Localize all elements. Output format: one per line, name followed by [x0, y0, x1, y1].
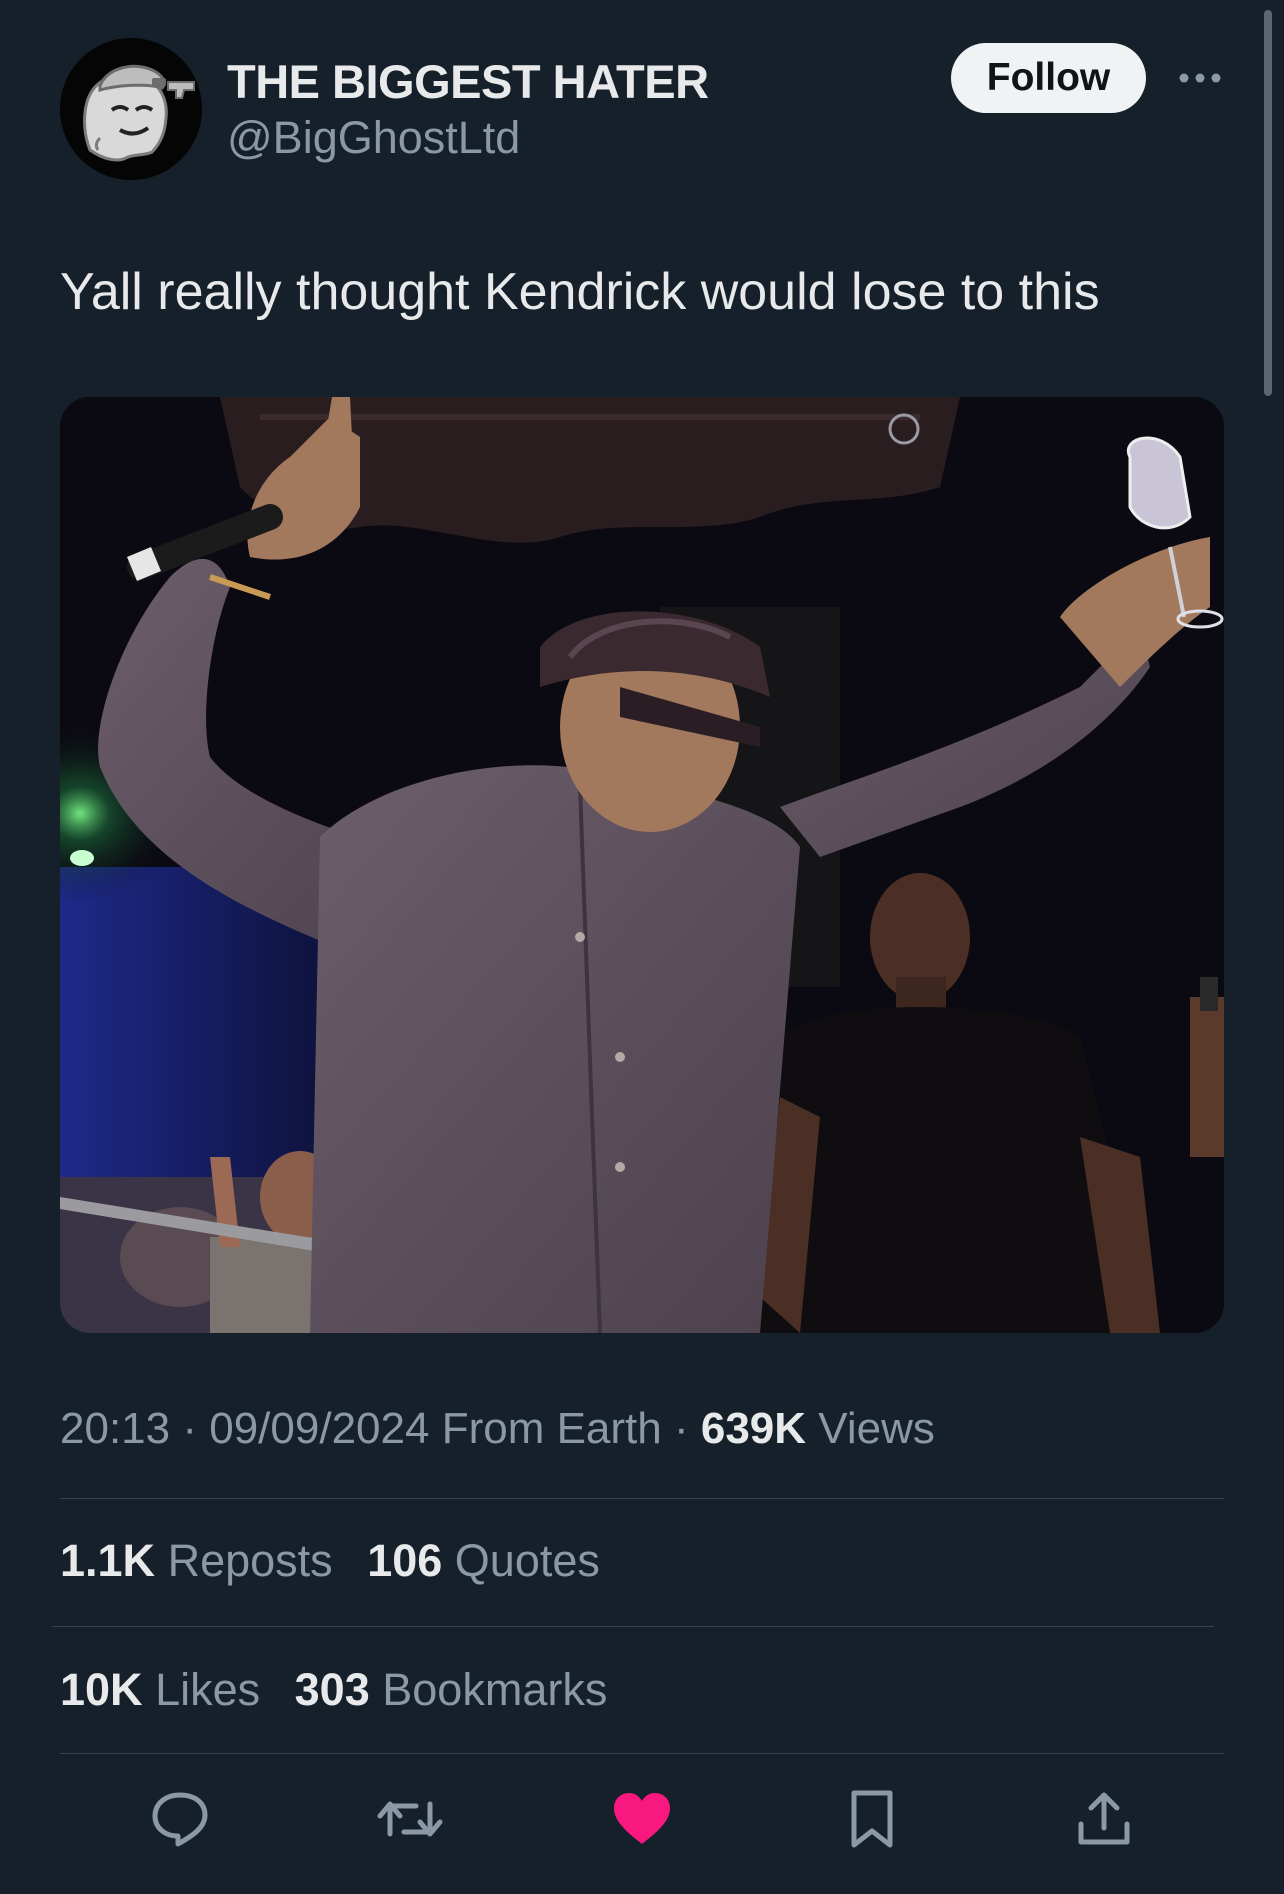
follow-button[interactable]: Follow — [951, 43, 1146, 113]
stats-row-likes: 10K Likes 303 Bookmarks — [60, 1664, 629, 1716]
repost-button[interactable] — [373, 1782, 447, 1856]
quotes-stat[interactable]: 106 Quotes — [367, 1535, 600, 1586]
tweet-meta: 20:13 · 09/09/2024 From Earth · 639K Vie… — [60, 1404, 935, 1454]
tweet-photo[interactable] — [60, 397, 1224, 1333]
share-icon — [1078, 1792, 1130, 1845]
divider — [60, 1753, 1224, 1754]
reply-button[interactable] — [143, 1782, 217, 1856]
tweet-date[interactable]: 09/09/2024 — [209, 1404, 429, 1453]
ghost-avatar-icon — [60, 38, 202, 180]
views-count: 639K — [700, 1404, 807, 1453]
bookmarks-count: 303 — [294, 1664, 370, 1715]
heart-icon — [614, 1793, 670, 1844]
quotes-count: 106 — [367, 1535, 443, 1586]
action-bar — [60, 1782, 1224, 1856]
tweet-time[interactable]: 20:13 — [60, 1404, 170, 1453]
repost-icon — [377, 1801, 443, 1837]
avatar[interactable] — [60, 38, 202, 180]
bookmarks-label: Bookmarks — [382, 1664, 608, 1715]
reposts-label: Reposts — [167, 1535, 333, 1586]
divider — [60, 1498, 1224, 1499]
bookmarks-stat[interactable]: 303 Bookmarks — [295, 1664, 608, 1715]
share-button[interactable] — [1067, 1782, 1141, 1856]
divider — [52, 1626, 1214, 1627]
tweet-header: THE BIGGEST HATER @BigGhostLtd Follow — [60, 38, 1224, 180]
scrollbar[interactable] — [1264, 10, 1272, 396]
concert-photo-image — [60, 397, 1224, 1333]
reposts-stat[interactable]: 1.1K Reposts — [60, 1535, 345, 1586]
quotes-label: Quotes — [454, 1535, 600, 1586]
views-label: Views — [818, 1404, 935, 1453]
likes-label: Likes — [155, 1664, 261, 1715]
display-name[interactable]: THE BIGGEST HATER — [227, 54, 709, 109]
stats-row-reposts: 1.1K Reposts 106 Quotes — [60, 1535, 622, 1587]
likes-stat[interactable]: 10K Likes — [60, 1664, 273, 1715]
likes-count: 10K — [60, 1664, 143, 1715]
bookmark-icon — [851, 1790, 893, 1848]
reposts-count: 1.1K — [60, 1535, 156, 1586]
meta-separator: · — [182, 1404, 197, 1453]
reply-icon — [152, 1792, 208, 1847]
more-horizontal-icon — [1179, 73, 1221, 83]
handle[interactable]: @BigGhostLtd — [227, 112, 520, 164]
tweet-text: Yall really thought Kendrick would lose … — [60, 263, 1100, 321]
more-options-button[interactable] — [1170, 58, 1230, 98]
tweet-source: From Earth — [441, 1404, 662, 1453]
bookmark-button[interactable] — [835, 1782, 909, 1856]
meta-separator: · — [673, 1404, 689, 1453]
like-button[interactable] — [605, 1782, 679, 1856]
